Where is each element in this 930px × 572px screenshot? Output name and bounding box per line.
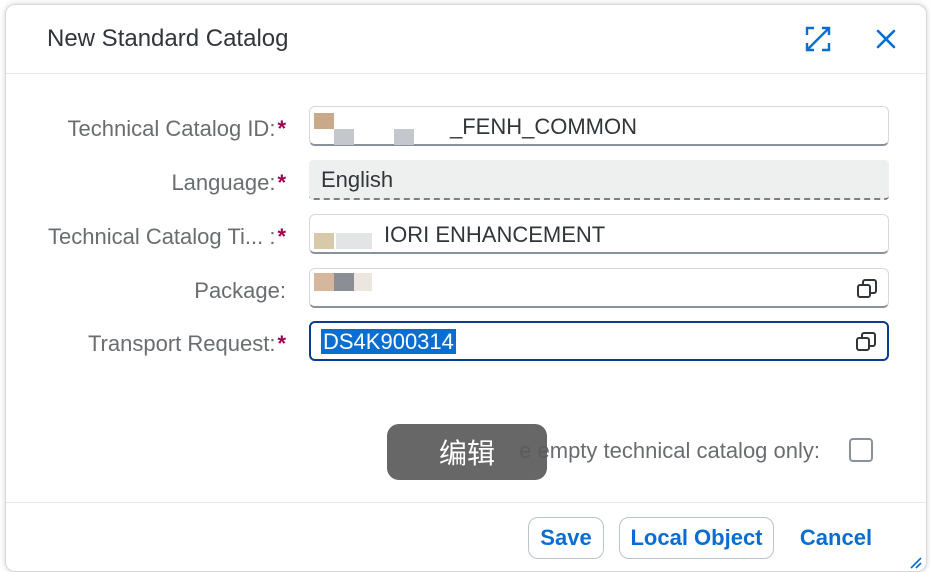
package-input[interactable] xyxy=(309,268,889,308)
empty-catalog-label: e empty technical catalog only: xyxy=(519,438,820,463)
form-row-technical-catalog-title: Technical Catalog Ti... :* IORI ENHANCEM… xyxy=(6,214,926,256)
save-button[interactable]: Save xyxy=(528,517,604,559)
technical-catalog-title-input[interactable]: IORI ENHANCEMENT xyxy=(309,214,889,254)
edit-toast: 编辑 xyxy=(387,424,547,480)
value-help-icon[interactable] xyxy=(856,278,878,300)
form-row-language: Language:* English xyxy=(6,160,926,202)
language-value: English xyxy=(321,167,394,192)
redaction-blur xyxy=(334,129,354,145)
redaction-blur xyxy=(334,273,354,291)
dialog-header: New Standard Catalog xyxy=(6,5,926,74)
empty-catalog-checkbox[interactable] xyxy=(849,438,873,462)
redaction-blur xyxy=(314,273,334,291)
selected-text: DS4K900314 xyxy=(321,329,456,354)
new-standard-catalog-dialog: New Standard Catalog Technical Catalog I… xyxy=(5,4,927,572)
redaction-blur xyxy=(354,273,372,291)
form-row-package: Package: xyxy=(6,268,926,310)
transport-request-label: Transport Request:* xyxy=(87,331,286,356)
close-icon xyxy=(876,29,896,49)
technical-catalog-title-label: Technical Catalog Ti... :* xyxy=(47,224,286,249)
technical-catalog-id-label: Technical Catalog ID:* xyxy=(67,116,286,141)
cancel-button[interactable]: Cancel xyxy=(788,517,884,559)
technical-catalog-id-value: _FENH_COMMON xyxy=(450,114,638,139)
redaction-blur xyxy=(336,233,372,249)
value-help-icon[interactable] xyxy=(855,331,877,353)
language-field: English xyxy=(309,160,889,200)
local-object-button[interactable]: Local Object xyxy=(619,517,774,559)
expand-icon xyxy=(805,26,831,52)
technical-catalog-title-value: IORI ENHANCEMENT xyxy=(384,222,606,247)
redaction-blur xyxy=(394,129,414,145)
technical-catalog-id-input[interactable]: _FENH_COMMON xyxy=(309,106,889,146)
transport-request-value: DS4K900314 xyxy=(321,329,456,355)
package-label: Package: xyxy=(194,278,286,303)
dialog-footer: Save Local Object Cancel xyxy=(6,502,926,571)
resize-handle-icon[interactable] xyxy=(908,555,922,569)
form-row-technical-catalog-id: Technical Catalog ID:* _FENH_COMMON xyxy=(6,106,926,148)
redaction-blur xyxy=(314,113,334,129)
close-button[interactable] xyxy=(870,23,902,55)
language-label: Language:* xyxy=(171,170,286,195)
form-row-transport-request: Transport Request:* DS4K900314 xyxy=(6,321,926,363)
expand-button[interactable] xyxy=(802,23,834,55)
dialog-title: New Standard Catalog xyxy=(47,25,289,52)
transport-request-input[interactable]: DS4K900314 xyxy=(309,321,889,361)
redaction-blur xyxy=(314,233,334,249)
